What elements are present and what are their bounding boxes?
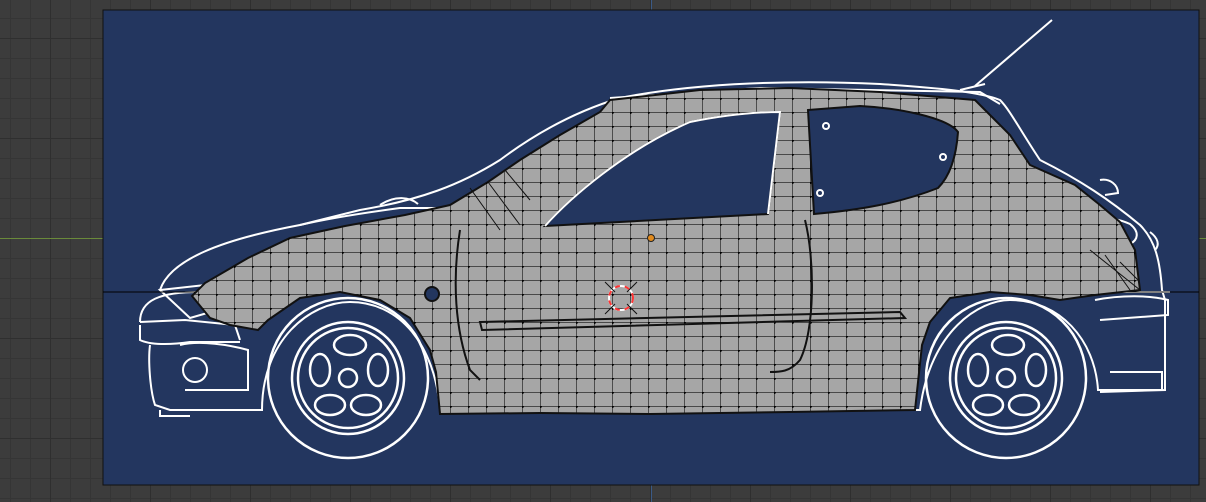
3d-viewport[interactable] <box>0 0 1206 502</box>
object-origin-point[interactable] <box>647 234 655 242</box>
viewport-scene[interactable] <box>0 0 1206 502</box>
fuel-cap-hole <box>424 286 440 302</box>
